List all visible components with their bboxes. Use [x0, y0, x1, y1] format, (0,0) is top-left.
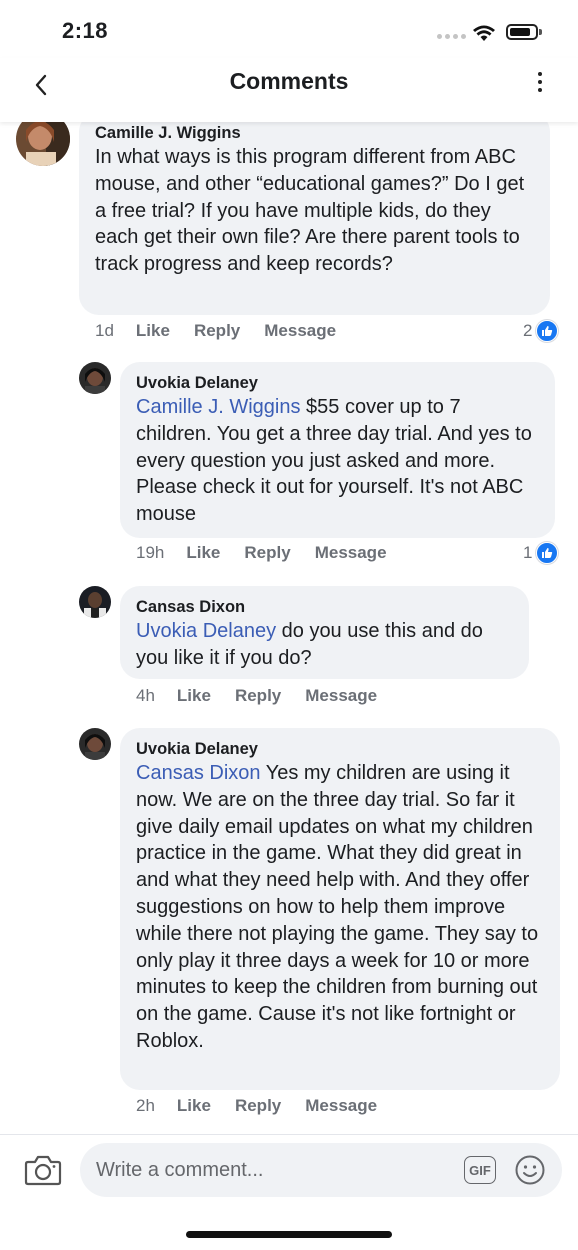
emoji-icon: [515, 1155, 545, 1185]
mention-link[interactable]: Camille J. Wiggins: [136, 396, 300, 418]
reply-item: Uvokia Delaney Cansas Dixon Yes my child…: [0, 726, 578, 1134]
comment-timestamp: 1d: [95, 321, 114, 340]
reply-item: Uvokia Delaney Camille J. Wiggins $55 co…: [0, 360, 578, 570]
comment-author[interactable]: Uvokia Delaney: [136, 738, 544, 760]
mention-link[interactable]: Cansas Dixon: [136, 762, 261, 784]
reply-item: Cansas Dixon Uvokia Delaney do you use t…: [0, 584, 578, 714]
wifi-icon: [473, 25, 495, 41]
reaction-count[interactable]: 1: [523, 542, 559, 564]
message-button[interactable]: Message: [305, 1096, 377, 1116]
reaction-count[interactable]: 2: [523, 320, 559, 342]
avatar[interactable]: [79, 362, 111, 394]
comment-item: Camille J. Wiggins In what ways is this …: [0, 122, 578, 352]
comment-bubble[interactable]: Cansas Dixon Uvokia Delaney do you use t…: [120, 586, 529, 679]
comment-timestamp: 4h: [136, 686, 155, 705]
emoji-button[interactable]: [514, 1154, 546, 1186]
mention-link[interactable]: Uvokia Delaney: [136, 620, 276, 642]
comment-bubble[interactable]: Uvokia Delaney Camille J. Wiggins $55 co…: [120, 362, 555, 538]
home-indicator: [186, 1231, 392, 1238]
comment-timestamp: 2h: [136, 1096, 155, 1115]
more-options-button[interactable]: [528, 68, 552, 96]
status-bar: 2:18: [0, 0, 578, 58]
status-time: 2:18: [62, 18, 109, 43]
comment-text: In what ways is this program different f…: [95, 146, 525, 276]
comment-input[interactable]: [96, 1143, 456, 1197]
battery-icon: [506, 24, 538, 40]
more-vertical-icon: [538, 72, 542, 76]
comment-actions: 4h Like Reply Message: [136, 686, 401, 706]
comment-bubble[interactable]: Camille J. Wiggins In what ways is this …: [79, 122, 550, 315]
comment-timestamp: 19h: [136, 543, 165, 562]
comment-text: Camille J. Wiggins $55 cover up to 7 chi…: [136, 396, 532, 526]
reply-button[interactable]: Reply: [194, 321, 240, 341]
comment-bubble[interactable]: Uvokia Delaney Cansas Dixon Yes my child…: [120, 728, 560, 1090]
like-button[interactable]: Like: [177, 1096, 211, 1116]
comment-author[interactable]: Camille J. Wiggins: [95, 122, 534, 144]
comment-author[interactable]: Uvokia Delaney: [136, 372, 539, 394]
avatar[interactable]: [16, 122, 70, 166]
comment-composer: GIF: [0, 1134, 578, 1250]
like-button[interactable]: Like: [177, 686, 211, 706]
comment-author[interactable]: Cansas Dixon: [136, 596, 513, 618]
camera-button[interactable]: [24, 1153, 62, 1187]
comment-input-container: GIF: [80, 1143, 562, 1197]
comment-actions: 2h Like Reply Message: [136, 1096, 401, 1116]
reply-button[interactable]: Reply: [235, 1096, 281, 1116]
thumbs-up-icon: [536, 542, 559, 564]
camera-icon: [24, 1155, 62, 1186]
gif-button[interactable]: GIF: [464, 1156, 496, 1184]
reply-button[interactable]: Reply: [244, 543, 290, 563]
comment-actions: 1d Like Reply Message: [95, 321, 360, 341]
thumbs-up-icon: [536, 320, 559, 342]
comment-text: Cansas Dixon Yes my children are using i…: [136, 762, 539, 1052]
avatar[interactable]: [79, 586, 111, 618]
page-title: Comments: [229, 68, 349, 94]
avatar[interactable]: [79, 728, 111, 760]
message-button[interactable]: Message: [264, 321, 336, 341]
cellular-signal-icon: [437, 34, 466, 39]
like-button[interactable]: Like: [186, 543, 220, 563]
comment-actions: 19h Like Reply Message: [136, 543, 411, 563]
top-nav-bar: Comments: [0, 58, 578, 122]
reply-button[interactable]: Reply: [235, 686, 281, 706]
comment-text: Uvokia Delaney do you use this and do yo…: [136, 620, 483, 669]
message-button[interactable]: Message: [305, 686, 377, 706]
comment-list[interactable]: Camille J. Wiggins In what ways is this …: [0, 122, 578, 1134]
message-button[interactable]: Message: [315, 543, 387, 563]
like-button[interactable]: Like: [136, 321, 170, 341]
